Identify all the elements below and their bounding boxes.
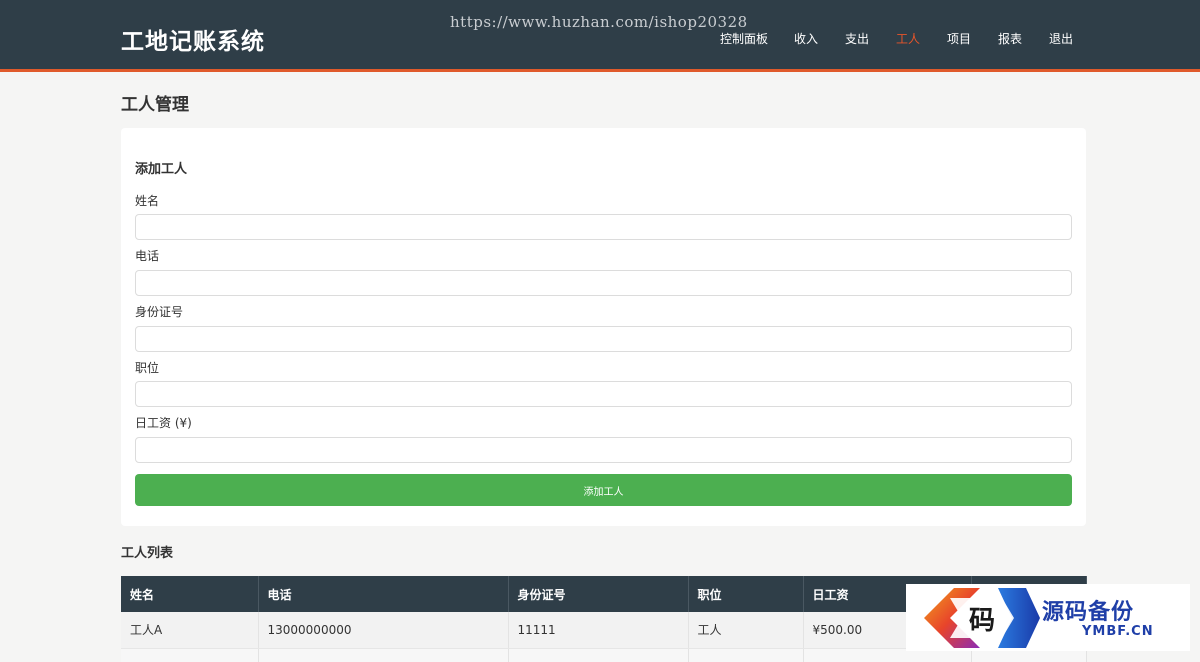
id-number-label: 身份证号	[135, 305, 184, 319]
page-title: 工人管理	[121, 95, 189, 115]
watermark-url: https://www.huzhan.com/ishop20328	[450, 13, 748, 31]
col-name: 姓名	[121, 576, 259, 612]
id-number-input[interactable]	[135, 326, 1072, 352]
nav-income[interactable]: 收入	[794, 30, 818, 47]
form-title: 添加工人	[135, 162, 188, 177]
logo-emblem-icon: 码	[924, 588, 1040, 648]
cell-position	[688, 648, 804, 662]
position-input[interactable]	[135, 381, 1072, 407]
cell-phone	[258, 648, 509, 662]
cell-name: 工人A	[121, 612, 259, 649]
cell-position: 工人	[688, 612, 804, 649]
nav-expense[interactable]: 支出	[845, 30, 869, 47]
position-label: 职位	[135, 361, 160, 375]
col-phone: 电话	[258, 576, 509, 612]
top-navbar: 工地记账系统 https://www.huzhan.com/ishop20328…	[0, 0, 1200, 72]
nav-dashboard[interactable]: 控制面板	[720, 30, 768, 47]
logo-glyph: 码	[969, 606, 995, 636]
cell-id-number: 11111	[508, 612, 689, 649]
cell-id-number	[508, 648, 689, 662]
col-position: 职位	[688, 576, 804, 612]
cell-name	[121, 648, 259, 662]
name-input[interactable]	[135, 214, 1072, 240]
phone-label: 电话	[135, 249, 160, 263]
phone-input[interactable]	[135, 270, 1072, 296]
nav-logout[interactable]: 退出	[1049, 30, 1073, 47]
daily-wage-input[interactable]	[135, 437, 1072, 463]
name-label: 姓名	[135, 194, 160, 208]
logo-en-text: YMBF.CN	[1082, 624, 1154, 639]
logo-cn-text: 源码备份	[1042, 599, 1135, 625]
col-id-number: 身份证号	[508, 576, 689, 612]
nav-workers[interactable]: 工人	[896, 30, 920, 47]
worker-list-title: 工人列表	[121, 546, 174, 561]
main-nav: 控制面板 收入 支出 工人 项目 报表 退出	[0, 30, 1200, 48]
add-worker-button[interactable]: 添加工人	[135, 474, 1072, 506]
nav-projects[interactable]: 项目	[947, 30, 971, 47]
nav-reports[interactable]: 报表	[998, 30, 1022, 47]
daily-wage-label: 日工资 (¥)	[135, 416, 192, 430]
cell-phone: 13000000000	[258, 612, 509, 649]
add-worker-card: 添加工人 姓名 电话 身份证号 职位 日工资 (¥) 添加工人	[121, 128, 1086, 526]
watermark-logo: 码 源码备份 YMBF.CN	[906, 584, 1190, 651]
